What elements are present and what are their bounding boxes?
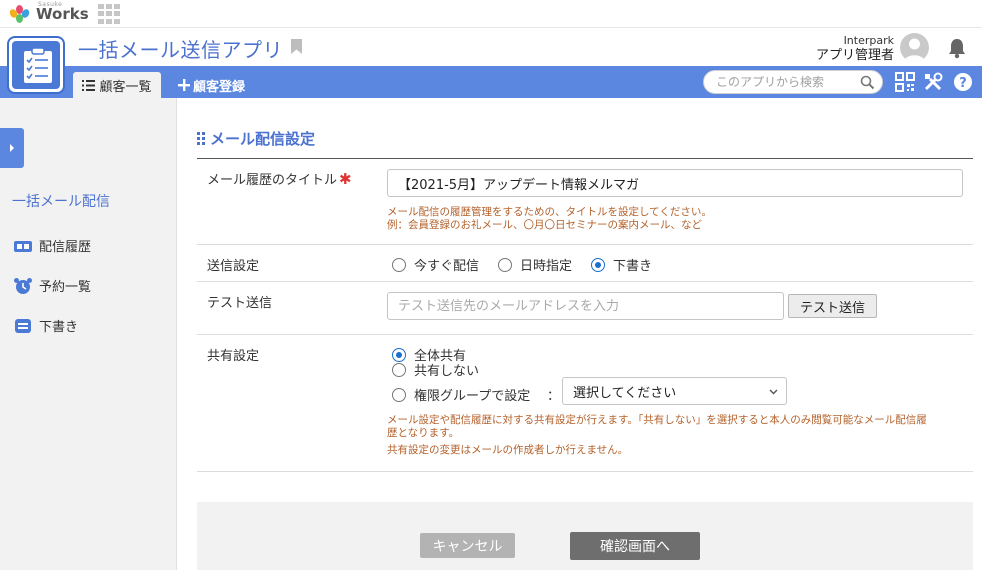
search-icon[interactable] xyxy=(860,75,875,90)
sidebar-heading[interactable]: 一括メール配信 xyxy=(12,191,110,211)
radio-send-now[interactable]: 今すぐ配信 xyxy=(392,255,479,274)
plus-icon xyxy=(178,79,190,91)
radio-circle xyxy=(392,387,406,402)
qr-code-icon[interactable] xyxy=(895,72,915,92)
avatar[interactable] xyxy=(900,33,929,62)
app-search xyxy=(703,70,883,94)
radio-circle-selected xyxy=(591,257,606,272)
share-setting-label: 共有設定 xyxy=(207,349,260,364)
tab-customer-list-label: 顧客一覧 xyxy=(99,79,152,95)
group-select[interactable]: 選択してください xyxy=(562,377,787,405)
radio-label: 今すぐ配信 xyxy=(414,259,480,274)
row-send-setting: 送信設定 今すぐ配信 日時指定 下書き xyxy=(197,245,973,282)
app-grid-icon[interactable] xyxy=(98,4,120,24)
user-company: Interpark xyxy=(843,34,894,47)
history-icon xyxy=(14,240,32,252)
app-icon[interactable] xyxy=(7,36,65,94)
title-help-line2: 例：会員登録のお礼メール、〇月〇日セミナーの案内メール、など xyxy=(387,219,702,231)
tab-customer-add[interactable]: 顧客登録 xyxy=(178,74,245,96)
cancel-button[interactable]: キャンセル xyxy=(420,533,515,558)
tab-customer-list[interactable]: 顧客一覧 xyxy=(73,72,161,98)
brand-sub: Sasuke xyxy=(38,1,63,8)
tab-customer-add-label: 顧客登録 xyxy=(193,79,246,95)
section-title: メール配信設定 xyxy=(197,128,315,149)
radio-label: 共有しない xyxy=(414,364,480,379)
drag-handle-icon xyxy=(197,132,205,145)
radio-circle xyxy=(392,257,406,272)
radio-label: 下書き xyxy=(613,259,653,274)
section-title-text: メール配信設定 xyxy=(210,130,316,148)
sidebar-item-history[interactable]: 配信履歴 xyxy=(13,236,91,255)
test-email-input[interactable] xyxy=(387,292,784,320)
radio-label: 権限グループで設定 xyxy=(414,389,531,404)
settings-tools-icon[interactable] xyxy=(923,72,943,92)
sidebar-item-label: 配信履歴 xyxy=(39,240,92,255)
chevron-down-icon xyxy=(769,389,778,395)
radio-share-group[interactable]: 権限グループで設定 xyxy=(392,385,530,404)
radio-share-none[interactable]: 共有しない xyxy=(392,360,479,379)
sidebar-item-drafts[interactable]: 下書き xyxy=(13,316,78,335)
help-icon[interactable]: ? xyxy=(953,72,973,92)
user-info: Interpark アプリ管理者 xyxy=(816,33,894,63)
chevron-right-icon xyxy=(10,144,14,152)
radio-circle xyxy=(498,257,513,272)
radio-send-scheduled[interactable]: 日時指定 xyxy=(498,255,572,274)
group-select-value: 選択してください xyxy=(573,385,677,401)
svg-text:?: ? xyxy=(959,76,967,91)
test-send-label: テスト送信 xyxy=(207,296,273,311)
alarm-clock-icon xyxy=(14,277,32,294)
mail-title-input[interactable] xyxy=(387,169,963,197)
brand-logo[interactable]: Sasuke Works xyxy=(8,1,89,25)
share-help-line1b: 歴となります。 xyxy=(387,427,460,439)
list-icon xyxy=(82,79,96,91)
bell-icon[interactable] xyxy=(947,37,967,59)
share-help-line2: 共有設定の変更はメールの作成者しか行えません。 xyxy=(387,444,629,456)
share-help-line1: メール設定や配信履歴に対する共有設定が行えます。「共有しない」を選択すると本人の… xyxy=(387,414,927,426)
row-test-send: テスト送信 テスト送信 xyxy=(197,282,973,335)
sidebar-item-reservations[interactable]: 予約一覧 xyxy=(13,276,91,295)
bookmark-icon[interactable] xyxy=(291,39,302,54)
sidebar-item-label: 下書き xyxy=(39,320,79,335)
test-send-button[interactable]: テスト送信 xyxy=(788,294,877,318)
confirm-button[interactable]: 確認画面へ xyxy=(570,532,700,560)
send-setting-label: 送信設定 xyxy=(207,259,260,274)
user-role: アプリ管理者 xyxy=(815,48,894,63)
title-label-text: メール履歴のタイトル xyxy=(207,173,338,188)
brand-flower-icon xyxy=(8,4,34,24)
row-share-setting: 共有設定 全体共有 共有しない 権限グループで設定 ： 選択してください メール… xyxy=(197,335,973,472)
draft-icon xyxy=(15,318,31,333)
share-help: メール設定や配信履歴に対する共有設定が行えます。「共有しない」を選択すると本人の… xyxy=(387,414,967,457)
radio-circle xyxy=(392,362,406,377)
product-bar: Sasuke Works xyxy=(0,0,982,28)
row-mail-title: メール履歴のタイトル✱ メール配信の履歴管理をするための、タイトルを設定してくだ… xyxy=(197,159,973,245)
radio-send-draft[interactable]: 下書き xyxy=(591,255,652,274)
group-colon: ： xyxy=(547,389,561,404)
radio-label: 日時指定 xyxy=(520,259,573,274)
title-help: メール配信の履歴管理をするための、タイトルを設定してください。 例：会員登録のお… xyxy=(387,206,712,232)
title-help-line1: メール配信の履歴管理をするための、タイトルを設定してください。 xyxy=(387,206,712,218)
title-label: メール履歴のタイトル ✱ xyxy=(207,169,352,188)
app-title: 一括メール送信アプリ xyxy=(78,38,283,62)
sidebar-toggle[interactable] xyxy=(0,128,24,168)
sidebar-item-label: 予約一覧 xyxy=(39,280,92,295)
search-input[interactable] xyxy=(716,75,856,89)
required-mark: ✱ xyxy=(339,170,352,188)
